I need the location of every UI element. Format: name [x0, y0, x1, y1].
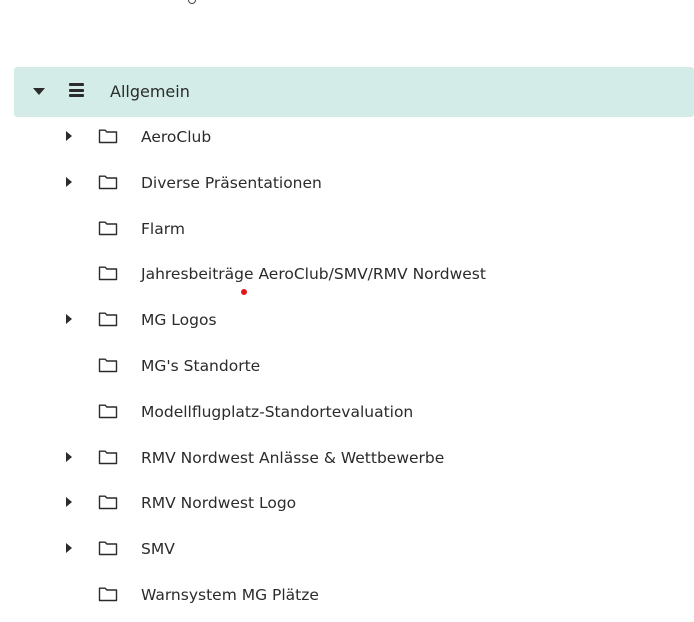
list-icon [69, 83, 84, 97]
tree-node-folder[interactable]: Modellflugplatz-Standortevaluation [14, 390, 694, 436]
tree-node-label: Jahresbeiträge AeroClub/SMV/RMV Nordwest [141, 265, 486, 284]
tree-node-label: Modellflugplatz-Standortevaluation [141, 402, 414, 421]
tree-node-label: RMV Nordwest Logo [141, 494, 297, 513]
caret-right-icon[interactable] [66, 314, 72, 325]
tree-node-folder[interactable]: RMV Nordwest Logo [14, 481, 694, 527]
tree-node-label: Flarm [141, 219, 185, 238]
caret-right-icon[interactable] [66, 451, 72, 462]
folder-icon [98, 450, 118, 464]
folder-icon [98, 358, 118, 373]
caret-right-icon[interactable] [66, 497, 72, 508]
folder-tree-panel: Allgemein AeroClub Diverse Präsentationen… [0, 0, 694, 622]
folder-icon [98, 129, 118, 144]
folder-icon [98, 266, 118, 281]
tree-node-folder[interactable]: Diverse Präsentationen [14, 161, 694, 207]
folder-icon [98, 175, 118, 189]
tree-node-folder[interactable]: Jahresbeiträge AeroClub/SMV/RMV Nordwest [14, 252, 694, 298]
tree-node-folder[interactable]: Warnsystem MG Plätze [14, 573, 694, 619]
tree-node-label: Diverse Präsentationen [141, 173, 322, 192]
folder-icon [98, 312, 118, 327]
tree-node-folder[interactable]: AeroClub [14, 115, 694, 161]
tree-node-folder[interactable]: MG's Standorte [14, 344, 694, 390]
tree-node-folder[interactable]: MG Logos [14, 298, 694, 344]
cursor-marker [241, 289, 247, 295]
folder-icon [98, 221, 118, 235]
folder-icon [98, 495, 118, 510]
caret-right-icon[interactable] [66, 543, 72, 554]
tree-node-allgemein[interactable]: Allgemein [14, 67, 694, 117]
caret-right-icon[interactable] [66, 176, 72, 187]
tree-node-label: SMV [141, 540, 175, 559]
caret-right-icon[interactable] [66, 131, 72, 141]
clipped-text-fragment [188, 0, 196, 6]
caret-down-icon[interactable] [33, 88, 45, 95]
tree-node-label: Allgemein [110, 82, 190, 101]
tree-node-label: RMV Nordwest Anlässe & Wettbewerbe [141, 448, 445, 467]
tree-node-folder[interactable]: Flarm [14, 207, 694, 253]
tree-node-label: AeroClub [141, 128, 212, 146]
tree-node-label: Warnsystem MG Plätze [141, 586, 319, 604]
folder-icon [98, 587, 118, 602]
folder-icon [98, 541, 118, 556]
tree-node-label: MG's Standorte [141, 357, 261, 375]
tree-node-label: MG Logos [141, 311, 217, 330]
tree-node-folder[interactable]: SMV [14, 527, 694, 573]
folder-icon [98, 404, 118, 418]
tree-node-folder[interactable]: RMV Nordwest Anlässe & Wettbewerbe [14, 436, 694, 482]
